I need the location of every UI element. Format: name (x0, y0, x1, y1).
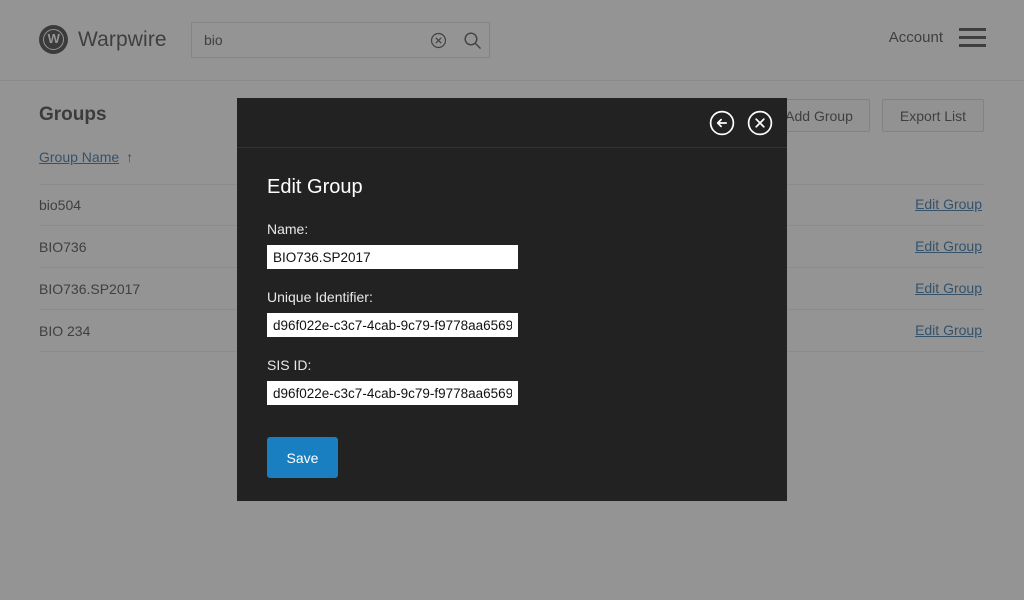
modal-body: Edit Group Name: Unique Identifier: SIS … (237, 148, 787, 501)
sis-id-label: SIS ID: (267, 357, 312, 373)
group-name-field[interactable] (267, 245, 518, 269)
unique-identifier-label: Unique Identifier: (267, 289, 373, 305)
modal-titlebar (237, 98, 787, 148)
back-arrow-circle-icon[interactable] (709, 110, 735, 136)
sis-id-field[interactable] (267, 381, 518, 405)
edit-group-modal: Edit Group Name: Unique Identifier: SIS … (237, 98, 787, 501)
unique-identifier-field[interactable] (267, 313, 518, 337)
close-circle-icon[interactable] (747, 110, 773, 136)
modal-heading: Edit Group (267, 176, 363, 198)
group-name-label: Name: (267, 221, 309, 237)
save-button[interactable]: Save (267, 437, 338, 478)
